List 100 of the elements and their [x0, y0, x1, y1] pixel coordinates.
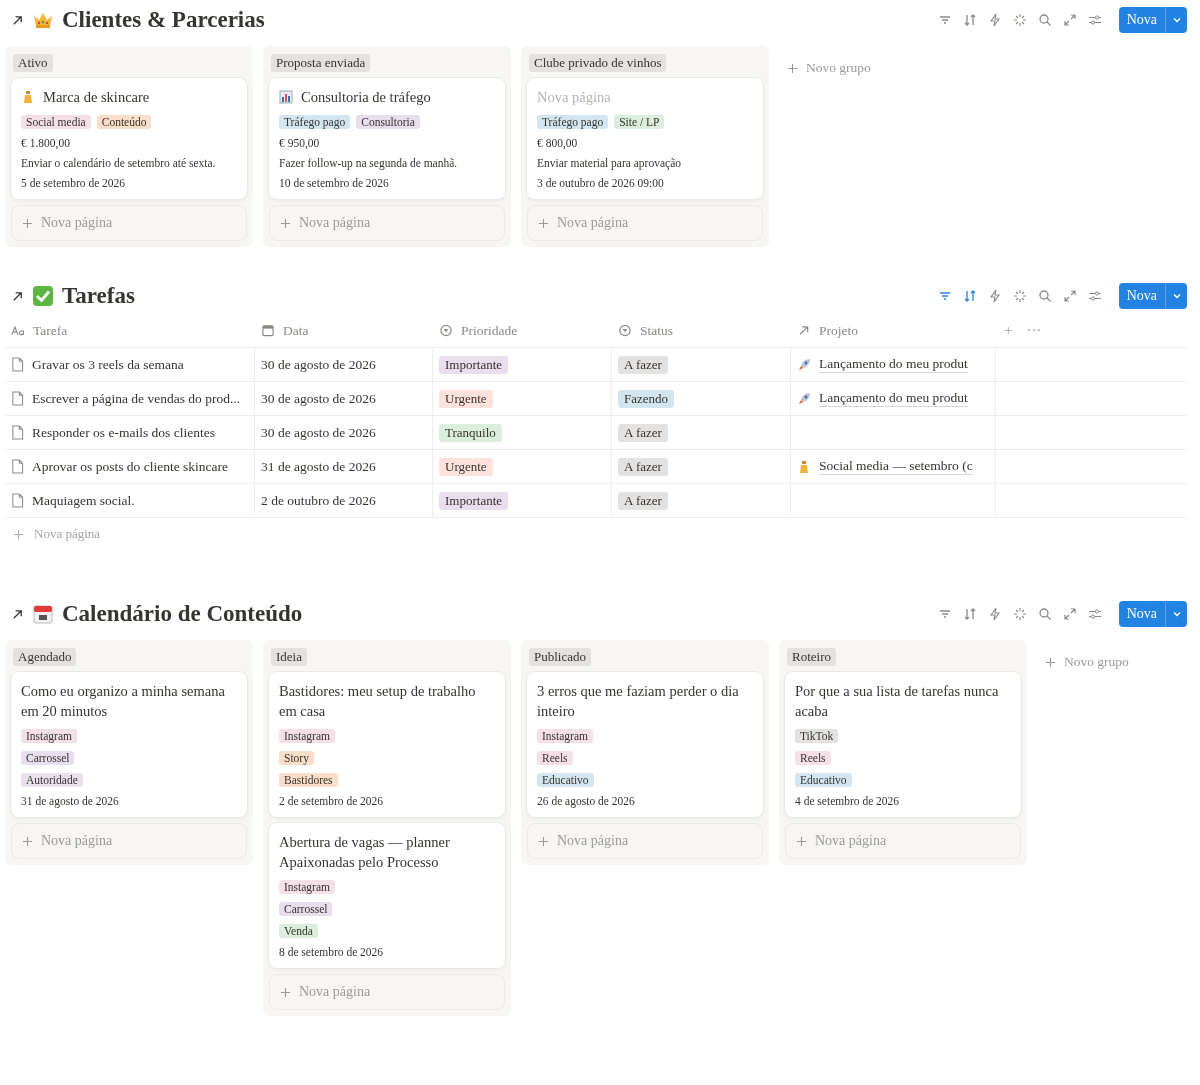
card-property: 31 de agosto de 2026: [21, 795, 120, 807]
column-header[interactable]: Data: [283, 322, 309, 339]
table-cell: 31 de agosto de 2026: [261, 458, 376, 475]
tag: Conteúdo: [96, 115, 152, 129]
status-tag: Fazendo: [618, 389, 675, 408]
arrow-icon[interactable]: [11, 289, 24, 303]
lightning-icon[interactable]: [987, 607, 1002, 621]
project-link[interactable]: Lançamento do meu produt: [819, 390, 968, 407]
filter-icon[interactable]: [937, 13, 952, 27]
board-card[interactable]: Marca de skincare Social media Conteúdo € 1.800,00 Enviar o calendário de setembro até sexta. 5 de setembro de 2026: [11, 78, 247, 199]
card-title: Nova página: [537, 88, 611, 107]
new-button[interactable]: Nova: [1118, 283, 1165, 309]
new-button[interactable]: Nova: [1118, 601, 1165, 627]
new-page-button[interactable]: Nova página: [527, 205, 763, 241]
tag: TikTok: [795, 729, 839, 743]
bottle-icon: [797, 459, 811, 474]
filter-icon[interactable]: [937, 607, 952, 621]
calendar-icon: [32, 603, 54, 625]
sliders-icon[interactable]: [1087, 289, 1102, 303]
new-page-button[interactable]: Nova página: [269, 974, 505, 1010]
tag: Instagram: [279, 880, 335, 894]
sparkle-icon[interactable]: [1012, 13, 1027, 27]
tag: Reels: [795, 751, 831, 765]
column-header[interactable]: Prioridade: [461, 322, 518, 339]
sparkle-icon[interactable]: [1012, 607, 1027, 621]
tag: Instagram: [279, 729, 335, 743]
arrow-icon[interactable]: [11, 13, 24, 27]
card-property: € 950,00: [279, 137, 321, 149]
card-title: Como eu organizo a minha semana em 20 minutos: [21, 682, 226, 721]
expand-icon[interactable]: [1062, 13, 1077, 27]
sort-icon[interactable]: [962, 607, 977, 621]
search-icon[interactable]: [1037, 289, 1052, 303]
new-page-button[interactable]: Nova página: [785, 823, 1021, 859]
task-title[interactable]: Maquiagem social.: [32, 492, 135, 509]
tag: Bastidores: [279, 773, 338, 787]
plus-icon: [22, 835, 33, 847]
new-button[interactable]: Nova: [1118, 7, 1165, 33]
task-title[interactable]: Aprovar os posts do cliente skincare: [32, 458, 229, 475]
new-page-button[interactable]: Nova página: [269, 205, 505, 241]
new-page-button[interactable]: Nova página: [11, 205, 247, 241]
expand-icon[interactable]: [1062, 607, 1077, 621]
project-link[interactable]: Social media — setembro (c: [819, 458, 973, 475]
sort-icon[interactable]: [962, 13, 977, 27]
new-group-button[interactable]: Novo grupo: [1037, 650, 1137, 674]
task-title[interactable]: Responder os e-mails dos clientes: [32, 424, 215, 441]
expand-icon[interactable]: [1062, 289, 1077, 303]
column-header[interactable]: Tarefa: [33, 322, 68, 339]
lightning-icon[interactable]: [987, 13, 1002, 27]
dropdown-button[interactable]: [1165, 283, 1187, 309]
new-page-button[interactable]: Nova página: [527, 823, 763, 859]
board-card[interactable]: 3 erros que me faziam perder o dia inteiro Instagram Reels Educativo 26 de agosto de 2026: [527, 672, 763, 817]
dropdown-button[interactable]: [1165, 601, 1187, 627]
sliders-icon[interactable]: [1087, 607, 1102, 621]
card-property: 8 de setembro de 2026: [279, 946, 385, 958]
column-header[interactable]: Projeto: [819, 322, 858, 339]
more-button[interactable]: ···: [1026, 322, 1042, 339]
tag: Social media: [21, 115, 91, 129]
chart-icon: [279, 90, 293, 104]
plus-icon: [13, 528, 24, 540]
board-card[interactable]: Abertura de vagas — planner Apaixonadas pelo Processo Instagram Carrossel Venda 8 de setembro de 2026: [269, 823, 505, 968]
tag: Educativo: [795, 773, 852, 787]
board-card[interactable]: Por que a sua lista de tarefas nunca acaba TikTok Reels Educativo 4 de setembro de 2026: [785, 672, 1021, 817]
tag: Reels: [537, 751, 573, 765]
caret-icon: [1171, 15, 1182, 25]
card-property: 3 de outubro de 2026 09:00: [537, 177, 665, 189]
new-page-button[interactable]: Nova página: [11, 823, 247, 859]
filter-icon[interactable]: [937, 289, 952, 303]
priority-tag: Tranquilo: [439, 423, 502, 442]
lightning-icon[interactable]: [987, 289, 1002, 303]
caret-icon: [1171, 291, 1182, 301]
project-link[interactable]: Lançamento do meu produt: [819, 356, 968, 373]
dropdown-button[interactable]: [1165, 7, 1187, 33]
new-page-button[interactable]: Nova página: [5, 518, 109, 550]
tag: Consultoria: [356, 115, 420, 129]
database-title: Clientes & Parcerias: [62, 7, 265, 33]
tag: Instagram: [21, 729, 77, 743]
group-label: Proposta enviada: [271, 54, 371, 72]
search-icon[interactable]: [1037, 607, 1052, 621]
column-header[interactable]: Status: [640, 322, 673, 339]
board-card[interactable]: Nova página Tráfego pago Site / LP € 800,00 Enviar material para aprovação 3 de outubro de 2026 09:00: [527, 78, 763, 199]
tag: Educativo: [537, 773, 594, 787]
page-icon: [11, 493, 24, 508]
card-property: Fazer follow-up na segunda de manhã.: [279, 157, 459, 169]
sparkle-icon[interactable]: [1012, 289, 1027, 303]
add-column-button[interactable]: +: [1004, 322, 1013, 339]
rocket-icon: [797, 357, 811, 372]
board-card[interactable]: Como eu organizo a minha semana em 20 minutos Instagram Carrossel Autoridade 31 de agosto de 2026: [11, 672, 247, 817]
search-icon[interactable]: [1037, 13, 1052, 27]
arrow-icon[interactable]: [11, 607, 24, 621]
board-card[interactable]: Bastidores: meu setup de trabalho em casa Instagram Story Bastidores 2 de setembro de 2026: [269, 672, 505, 817]
new-group-button[interactable]: Novo grupo: [779, 56, 879, 80]
task-title[interactable]: Escrever a página de vendas do prod...: [32, 390, 241, 407]
sliders-icon[interactable]: [1087, 13, 1102, 27]
sort-icon[interactable]: [962, 289, 977, 303]
task-title[interactable]: Gravar os 3 reels da semana: [32, 356, 184, 373]
board-card[interactable]: Consultoria de tráfego Tráfego pago Consultoria € 950,00 Fazer follow-up na segunda de manhã. 10 de setembro de 2026: [269, 78, 505, 199]
group-label: Clube privado de vinhos: [529, 54, 667, 72]
tag: Site / LP: [614, 115, 665, 129]
plus-icon: [22, 217, 33, 229]
group-label: Agendado: [13, 648, 77, 666]
